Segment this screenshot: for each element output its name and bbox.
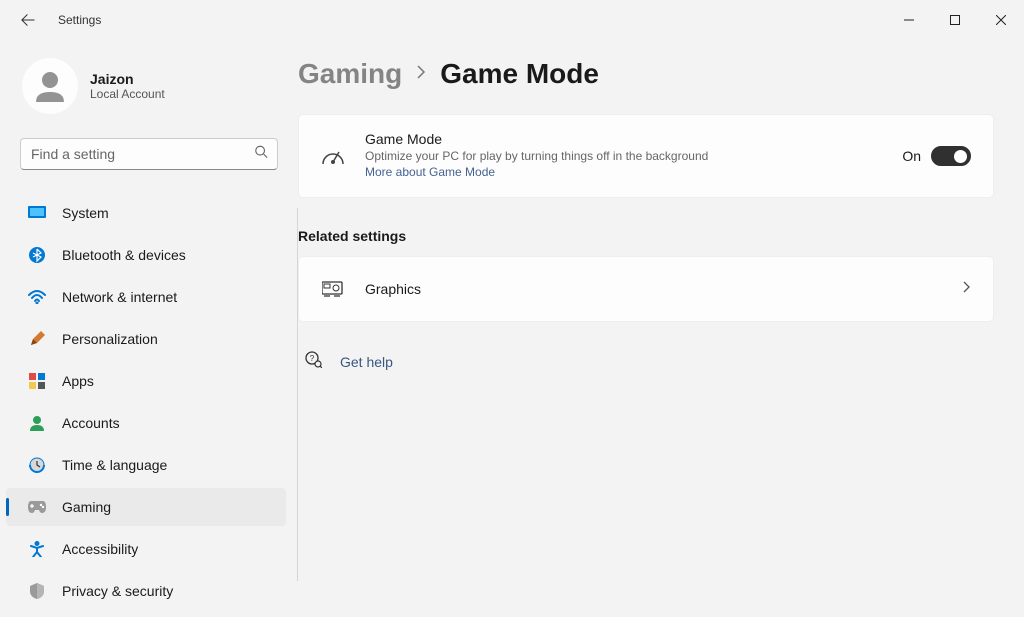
sidebar-item-system[interactable]: System — [6, 194, 286, 232]
user-account-type: Local Account — [90, 87, 165, 101]
brush-icon — [28, 330, 46, 348]
chevron-right-icon — [963, 280, 971, 298]
gamemode-description: Optimize your PC for play by turning thi… — [365, 149, 882, 163]
sidebar-item-label: Time & language — [62, 457, 167, 473]
gauge-icon — [321, 144, 345, 168]
system-icon — [28, 204, 46, 222]
help-icon: ? — [304, 350, 322, 373]
toggle-knob — [954, 150, 967, 163]
minimize-icon — [904, 15, 914, 25]
page-title: Game Mode — [440, 58, 599, 90]
graphics-label: Graphics — [365, 281, 943, 297]
breadcrumb-parent[interactable]: Gaming — [298, 58, 402, 90]
chevron-right-icon — [416, 65, 426, 84]
apps-icon — [28, 372, 46, 390]
sidebar-item-label: Bluetooth & devices — [62, 247, 186, 263]
close-icon — [996, 15, 1006, 25]
gamemode-toggle-group: On — [902, 146, 971, 166]
sidebar-item-network[interactable]: Network & internet — [6, 278, 286, 316]
wifi-icon — [28, 288, 46, 306]
toggle-state-label: On — [902, 148, 921, 164]
bluetooth-icon — [28, 246, 46, 264]
maximize-button[interactable] — [932, 4, 978, 36]
avatar-icon — [28, 64, 72, 108]
sidebar-item-accounts[interactable]: Accounts — [6, 404, 286, 442]
sidebar-divider — [297, 208, 298, 581]
gamemode-more-link[interactable]: More about Game Mode — [365, 165, 495, 179]
gaming-icon — [28, 498, 46, 516]
sidebar-item-apps[interactable]: Apps — [6, 362, 286, 400]
search-box — [20, 138, 278, 170]
sidebar-item-label: Personalization — [62, 331, 158, 347]
gamemode-title: Game Mode — [365, 131, 882, 147]
sidebar-item-label: Apps — [62, 373, 94, 389]
sidebar-item-label: Network & internet — [62, 289, 177, 305]
account-icon — [28, 414, 46, 432]
sidebar-item-label: Accessibility — [62, 541, 138, 557]
accessibility-icon — [28, 540, 46, 558]
sidebar-item-accessibility[interactable]: Accessibility — [6, 530, 286, 568]
help-row: ? Get help — [298, 350, 994, 373]
sidebar-item-label: Privacy & security — [62, 583, 173, 599]
search-icon — [254, 145, 268, 164]
nav: System Bluetooth & devices Network & int… — [0, 194, 298, 617]
gamemode-toggle[interactable] — [931, 146, 971, 166]
maximize-icon — [950, 15, 960, 25]
shield-icon — [28, 582, 46, 600]
related-heading: Related settings — [298, 228, 994, 244]
avatar — [22, 58, 78, 114]
close-button[interactable] — [978, 4, 1024, 36]
graphics-link-card[interactable]: Graphics — [298, 256, 994, 322]
svg-text:?: ? — [310, 354, 315, 363]
app-title: Settings — [58, 13, 101, 27]
window-controls — [886, 4, 1024, 36]
user-section[interactable]: Jaizon Local Account — [0, 40, 298, 138]
sidebar-item-label: Gaming — [62, 499, 111, 515]
sidebar-item-bluetooth[interactable]: Bluetooth & devices — [6, 236, 286, 274]
gamemode-card: Game Mode Optimize your PC for play by t… — [298, 114, 994, 198]
get-help-link[interactable]: Get help — [340, 354, 393, 370]
time-icon — [28, 456, 46, 474]
sidebar-item-time[interactable]: Time & language — [6, 446, 286, 484]
search-input[interactable] — [20, 138, 278, 170]
sidebar-item-label: Accounts — [62, 415, 120, 431]
sidebar-item-privacy[interactable]: Privacy & security — [6, 572, 286, 610]
breadcrumb: Gaming Game Mode — [298, 58, 994, 90]
sidebar-item-label: System — [62, 205, 109, 221]
back-button[interactable] — [18, 10, 38, 30]
sidebar-item-personalization[interactable]: Personalization — [6, 320, 286, 358]
main-content: Gaming Game Mode Game Mode Optimize your… — [298, 40, 1024, 617]
sidebar-item-gaming[interactable]: Gaming — [6, 488, 286, 526]
user-name: Jaizon — [90, 71, 165, 87]
minimize-button[interactable] — [886, 4, 932, 36]
graphics-icon — [321, 277, 345, 301]
back-arrow-icon — [21, 13, 35, 27]
sidebar: Jaizon Local Account System Bluetooth & … — [0, 40, 298, 617]
